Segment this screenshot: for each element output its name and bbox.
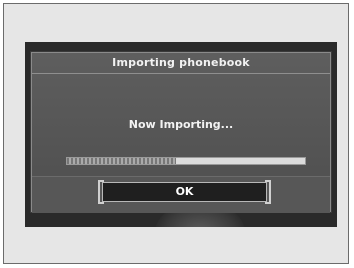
focus-bracket-right [265,180,271,204]
focus-bracket-left [98,180,104,204]
progress-fill [67,158,177,164]
title-divider [32,73,330,74]
button-area: OK [32,176,330,213]
ok-button[interactable]: OK [98,180,271,204]
navigation-screen: Importing phonebook Now Importing... OK [25,42,337,227]
import-dialog: Importing phonebook Now Importing... OK [31,52,331,213]
import-progress-bar [66,157,306,165]
dialog-title: Importing phonebook [112,56,250,69]
status-message: Now Importing... [128,118,234,131]
ok-button-label: OK [175,185,194,198]
manual-figure-frame: Importing phonebook Now Importing... OK [3,3,349,264]
